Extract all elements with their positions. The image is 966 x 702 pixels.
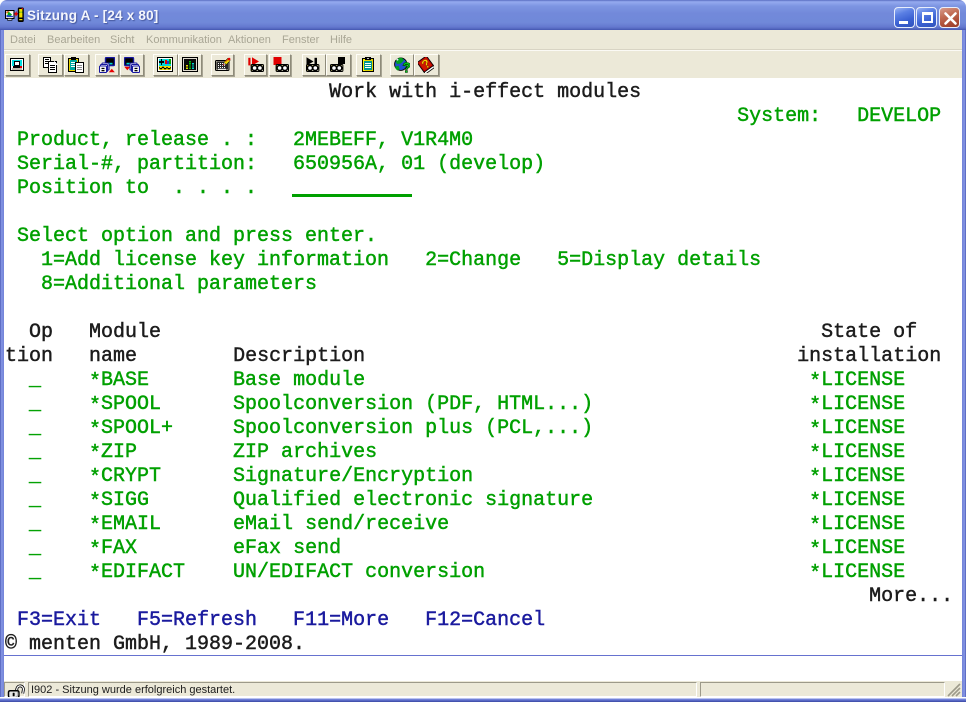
svg-text:?: ? <box>402 60 410 73</box>
